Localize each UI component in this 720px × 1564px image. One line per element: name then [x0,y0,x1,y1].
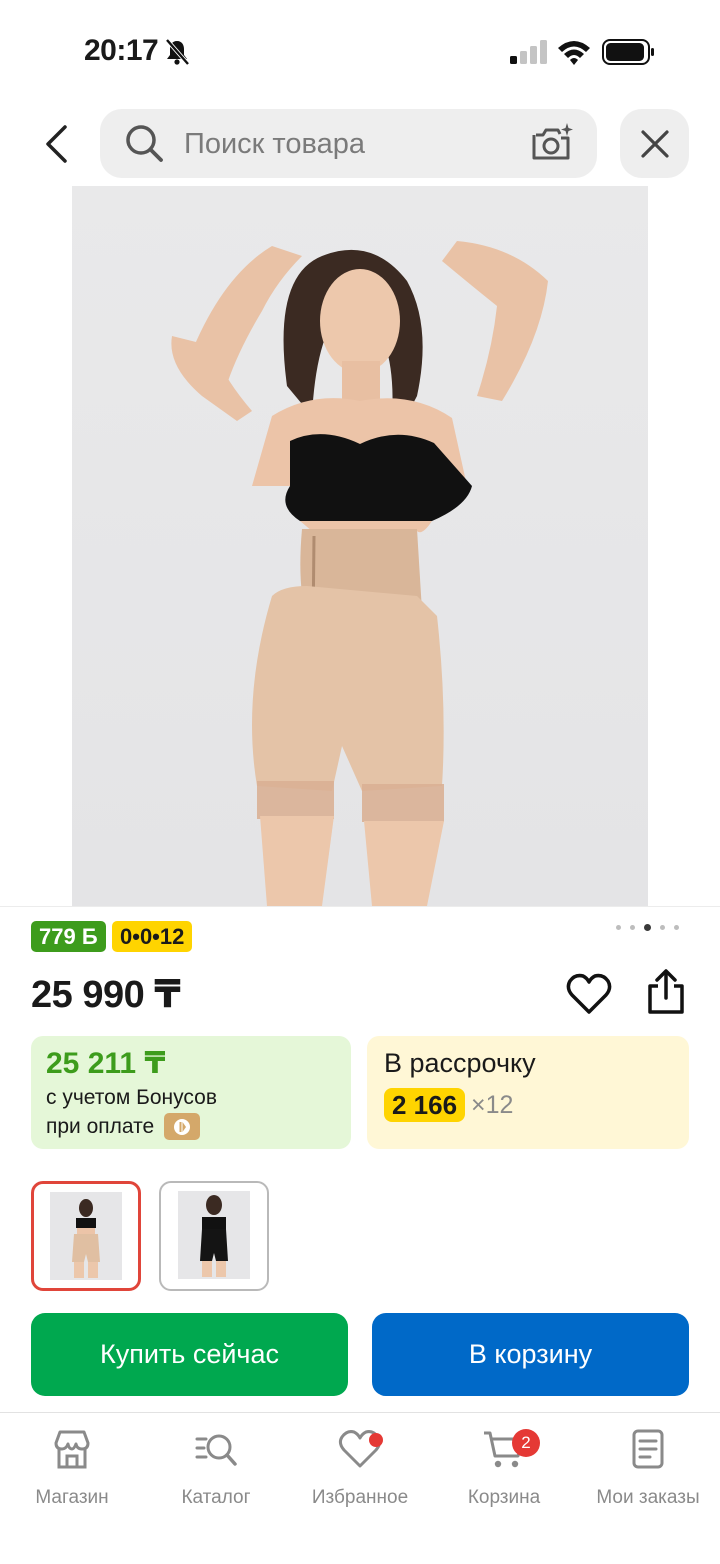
camera-search-icon[interactable] [531,122,575,164]
nav-item-cart[interactable]: 2 Корзина [432,1427,576,1517]
signal-icon [510,40,547,64]
image-pagination [616,924,679,931]
search-input[interactable]: Поиск товара [100,109,597,178]
battery-icon [602,39,654,65]
status-bar: 20:17 [0,0,720,100]
pagination-dot [660,925,665,930]
product-photo [171,241,548,906]
product-image[interactable] [72,186,648,906]
search-placeholder: Поиск товара [184,128,365,160]
nav-item-orders[interactable]: Мои заказы [576,1427,720,1517]
product-price: 25 990 ₸ [31,974,181,1016]
bonus-payment-caption: при оплате [46,1115,155,1138]
nav-label: Корзина [467,1487,541,1508]
installment-card[interactable]: В рассрочку 2 166 ×12 [367,1036,689,1149]
bonus-caption: с учетом Бонусов [46,1086,217,1109]
variant-image [50,1192,122,1280]
wifi-icon [558,41,590,65]
bonus-coin-icon [164,1113,200,1140]
nav-item-store[interactable]: Магазин [0,1427,144,1517]
nav-item-catalog[interactable]: Каталог [144,1427,288,1517]
variant-image [178,1191,250,1279]
bonus-price-card[interactable]: 25 211 ₸ с учетом Бонусов при оплате [31,1036,351,1149]
orders-icon [632,1429,664,1469]
catalog-search-icon [195,1434,237,1466]
share-icon[interactable] [644,968,688,1016]
buy-now-button[interactable]: Купить сейчас [31,1313,348,1396]
nav-label: Магазин [35,1487,109,1508]
bonus-badge: 779 Б [31,921,106,952]
notification-dot [369,1433,383,1447]
nav-item-favorites[interactable]: Избранное [288,1427,432,1517]
search-icon [126,125,163,162]
close-icon [640,129,669,158]
status-time: 20:17 [84,34,159,67]
pagination-dot [674,925,679,930]
pagination-dot-active [644,924,651,931]
chevron-left-icon [46,125,67,163]
nav-label: Каталог [181,1487,251,1508]
bell-off-icon [165,38,190,66]
installment-amount: 2 166 [384,1088,466,1122]
bottom-nav: Магазин Каталог Избранное 2 Корзина Мои … [0,1412,720,1564]
installment-badge: 0•0•12 [112,921,193,952]
installment-title: В рассрочку [384,1048,536,1078]
pagination-dot [616,925,621,930]
add-to-cart-button[interactable]: В корзину [372,1313,689,1396]
store-icon [54,1430,90,1469]
divider [0,906,720,907]
nav-label: Избранное [311,1487,409,1508]
variant-thumbnail-selected[interactable] [31,1181,141,1291]
nav-label: Мои заказы [596,1487,700,1508]
close-button[interactable] [620,109,689,178]
installment-months: ×12 [471,1091,514,1119]
cart-count-badge: 2 [512,1429,540,1457]
back-button[interactable] [36,120,76,168]
variant-thumbnail[interactable] [159,1181,269,1291]
bonus-price: 25 211 ₸ [46,1047,166,1080]
favorite-heart-icon[interactable] [566,972,612,1016]
pagination-dot [630,925,635,930]
